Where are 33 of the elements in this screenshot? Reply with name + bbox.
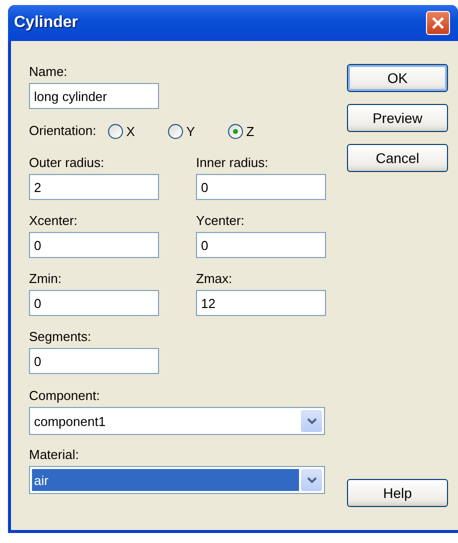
- radio-option[interactable]: Z: [228, 124, 280, 138]
- field-label: Outer radius:: [29, 155, 106, 171]
- radio-option[interactable]: X: [108, 124, 160, 138]
- input-field[interactable]: long cylinder: [29, 83, 159, 109]
- input-field[interactable]: 0: [29, 348, 159, 374]
- close-icon: [432, 17, 444, 29]
- dropdown[interactable]: component1: [29, 407, 325, 435]
- field-label: Component:: [29, 388, 101, 404]
- dropdown[interactable]: air: [29, 466, 325, 494]
- input-field[interactable]: 0: [29, 290, 159, 316]
- field-label: Xcenter:: [29, 213, 78, 229]
- field-label: Material:: [29, 447, 80, 463]
- input-field[interactable]: 0: [29, 232, 159, 258]
- close-button[interactable]: [426, 11, 450, 35]
- dialog-button[interactable]: OK: [347, 64, 448, 92]
- field-label: Segments:: [29, 329, 92, 345]
- help-button[interactable]: Help: [347, 479, 448, 507]
- window-title: Cylinder: [14, 14, 78, 32]
- dialog-button[interactable]: Cancel: [347, 144, 448, 172]
- input-field[interactable]: 2: [29, 174, 159, 200]
- chevron-down-icon: [306, 418, 316, 424]
- field-label: Ycenter:: [196, 213, 246, 229]
- field-label: Orientation:: [29, 123, 96, 139]
- field-label: Inner radius:: [196, 155, 270, 171]
- field-label: Zmin:: [29, 271, 62, 287]
- field-label: Name:: [29, 64, 68, 80]
- input-field[interactable]: 12: [196, 290, 326, 316]
- input-field[interactable]: 0: [196, 232, 326, 258]
- dialog-button[interactable]: Preview: [347, 104, 448, 132]
- radio-option[interactable]: Y: [168, 124, 220, 138]
- chevron-down-icon: [306, 476, 316, 484]
- field-label: Zmax:: [196, 271, 234, 287]
- input-field[interactable]: 0: [196, 174, 326, 200]
